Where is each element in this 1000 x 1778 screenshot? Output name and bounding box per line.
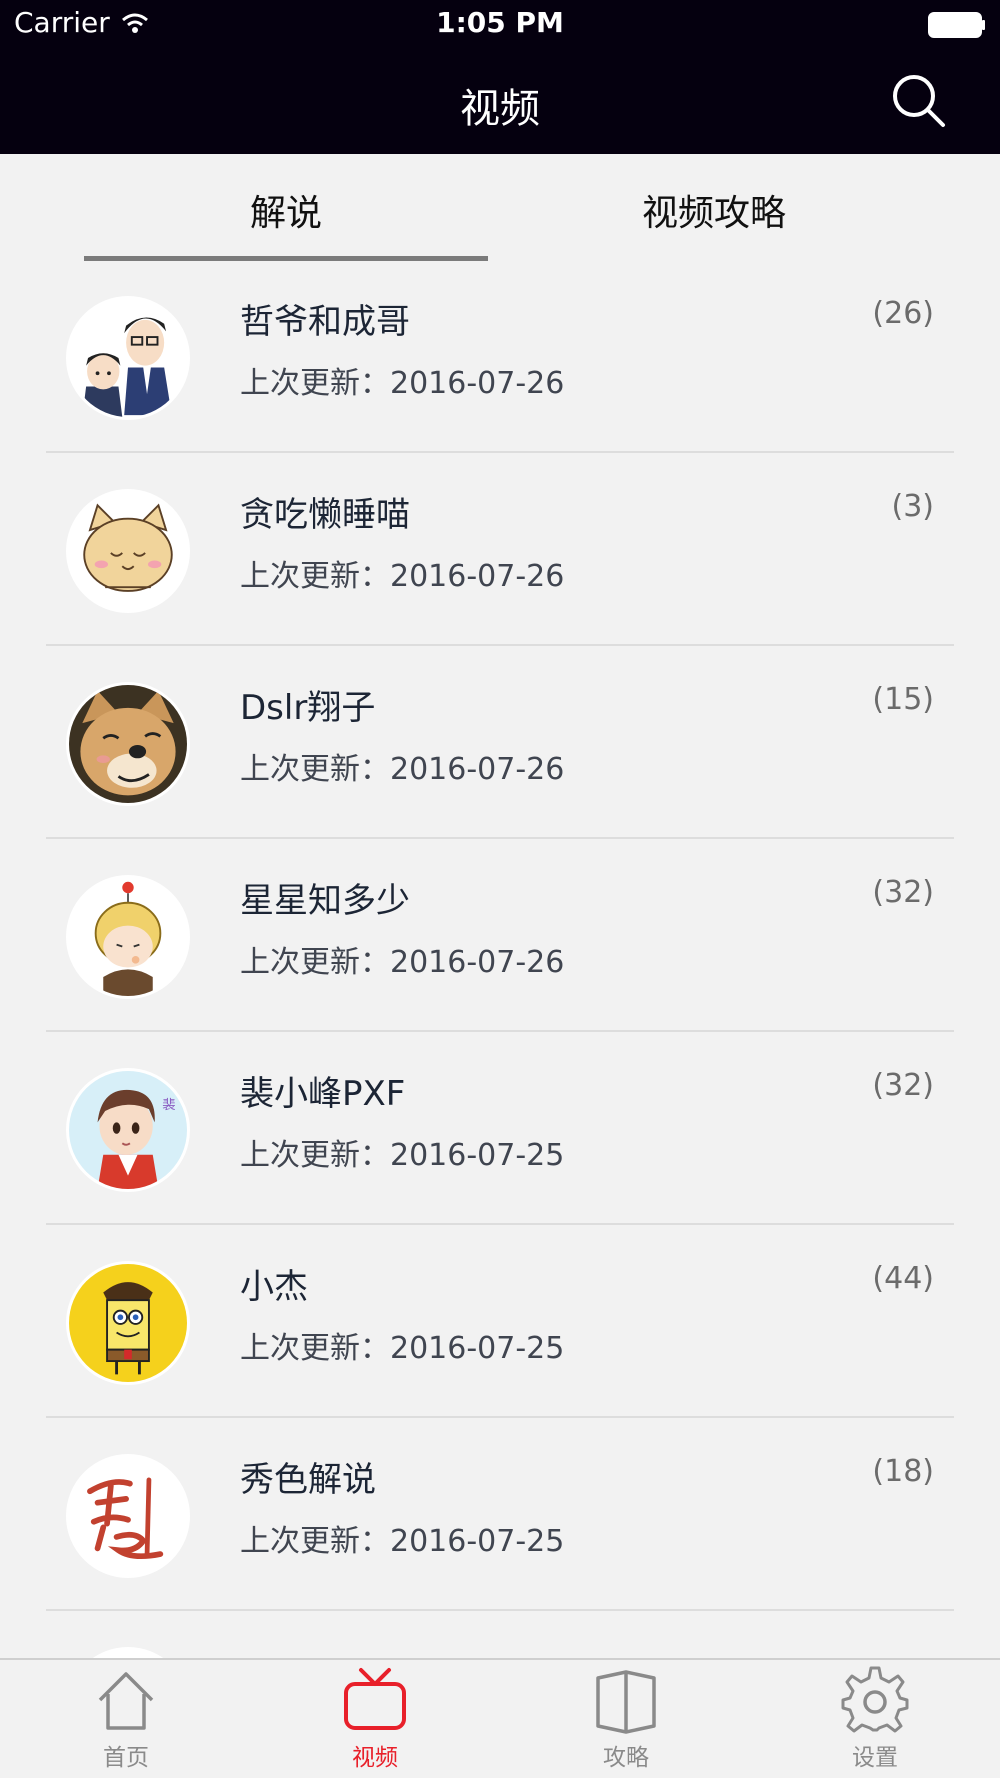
commentator-name: 裴小峰PXF [240, 1074, 406, 1114]
video-count: (18) [872, 1454, 934, 1489]
video-count: (32) [872, 875, 934, 910]
list-item[interactable]: 哲爷和成哥 上次更新：2016-07-26 (26) [0, 260, 1000, 453]
list-item[interactable]: 小杰 上次更新：2016-07-25 (44) [0, 1225, 1000, 1418]
tabbar-label: 首页 [103, 1745, 149, 1771]
svg-text:裴: 裴 [162, 1097, 175, 1113]
list-item[interactable]: 星星知多少 上次更新：2016-07-26 (32) [0, 839, 1000, 1032]
avatar-cartoon-boy-image: 裴 [69, 1071, 187, 1189]
avatar [66, 1261, 190, 1385]
list-item[interactable]: 裴 裴小峰PXF 上次更新：2016-07-25 (32) [0, 1032, 1000, 1225]
tabbar-label: 设置 [852, 1745, 898, 1771]
tab-video-guides[interactable]: 视频攻略 [512, 184, 916, 236]
tabbar-label: 视频 [352, 1745, 398, 1771]
avatar-shiba-dog-image [69, 685, 187, 803]
commentator-name: 秀色解说 [240, 1460, 376, 1500]
list-item[interactable]: 秀色解说 上次更新：2016-07-25 (18) [0, 1418, 1000, 1611]
avatar: 裴 [66, 1068, 190, 1192]
avatar-calligraphy-logo-image [69, 1457, 187, 1575]
avatar [66, 682, 190, 806]
list-item[interactable]: Dslr翔子 上次更新：2016-07-26 (15) [0, 646, 1000, 839]
video-count: (32) [872, 1068, 934, 1103]
commentator-name: 贪吃懒睡喵 [240, 495, 410, 535]
home-icon [98, 1672, 154, 1730]
tv-icon [344, 1668, 406, 1730]
avatar [66, 875, 190, 999]
tabbar-item-guide[interactable]: 攻略 [556, 1666, 696, 1772]
last-updated: 上次更新：2016-07-26 [240, 752, 565, 787]
last-updated: 上次更新：2016-07-25 [240, 1138, 565, 1173]
tabbar-item-home[interactable]: 首页 [56, 1666, 196, 1772]
gear-icon [841, 1666, 909, 1733]
commentator-name: 哲爷和成哥 [240, 302, 410, 342]
video-count: (26) [872, 296, 934, 331]
bottom-tab-bar: 首页 视频 攻略 设置 [0, 1658, 1000, 1778]
tabbar-item-settings[interactable]: 设置 [805, 1666, 945, 1772]
page-title: 视频 [460, 86, 540, 132]
avatar-sleepy-cat-image [69, 492, 187, 610]
avatar-sponge-character-image [69, 1264, 187, 1382]
last-updated: 上次更新：2016-07-26 [240, 559, 565, 594]
avatar [66, 296, 190, 420]
status-time: 1:05 PM [436, 6, 564, 39]
top-bar: Carrier 1:05 PM 视频 [0, 0, 1000, 154]
commentator-list[interactable]: 哲爷和成哥 上次更新：2016-07-26 (26) 贪吃懒睡喵 上次更新：20… [0, 260, 1000, 1660]
list-item[interactable]: 贪吃懒睡喵 上次更新：2016-07-26 (3) [0, 453, 1000, 646]
list-item-partial[interactable] [0, 1611, 1000, 1660]
tabbar-label: 攻略 [603, 1745, 649, 1771]
last-updated: 上次更新：2016-07-26 [240, 366, 565, 401]
video-count: (3) [891, 489, 935, 524]
commentator-name: 星星知多少 [240, 881, 410, 921]
avatar [66, 1454, 190, 1578]
avatar-blonde-kid-image [69, 878, 187, 996]
book-icon [596, 1670, 656, 1734]
commentator-name: 小杰 [240, 1267, 308, 1307]
app-screen: Carrier 1:05 PM 视频 解说 视频攻略 哲爷和成哥 上次更新：20… [0, 0, 1000, 1778]
avatar-two-men-image [69, 299, 187, 417]
search-icon[interactable] [890, 72, 948, 130]
tab-commentary[interactable]: 解说 [84, 184, 488, 236]
last-updated: 上次更新：2016-07-26 [240, 945, 565, 980]
avatar [66, 489, 190, 613]
tabbar-item-video[interactable]: 视频 [305, 1666, 445, 1772]
video-count: (44) [872, 1261, 934, 1296]
last-updated: 上次更新：2016-07-25 [240, 1524, 565, 1559]
battery-icon [928, 12, 985, 38]
last-updated: 上次更新：2016-07-25 [240, 1331, 565, 1366]
commentator-name: Dslr翔子 [240, 688, 376, 728]
segment-tabs: 解说 视频攻略 [0, 154, 1000, 264]
video-count: (15) [872, 682, 934, 717]
